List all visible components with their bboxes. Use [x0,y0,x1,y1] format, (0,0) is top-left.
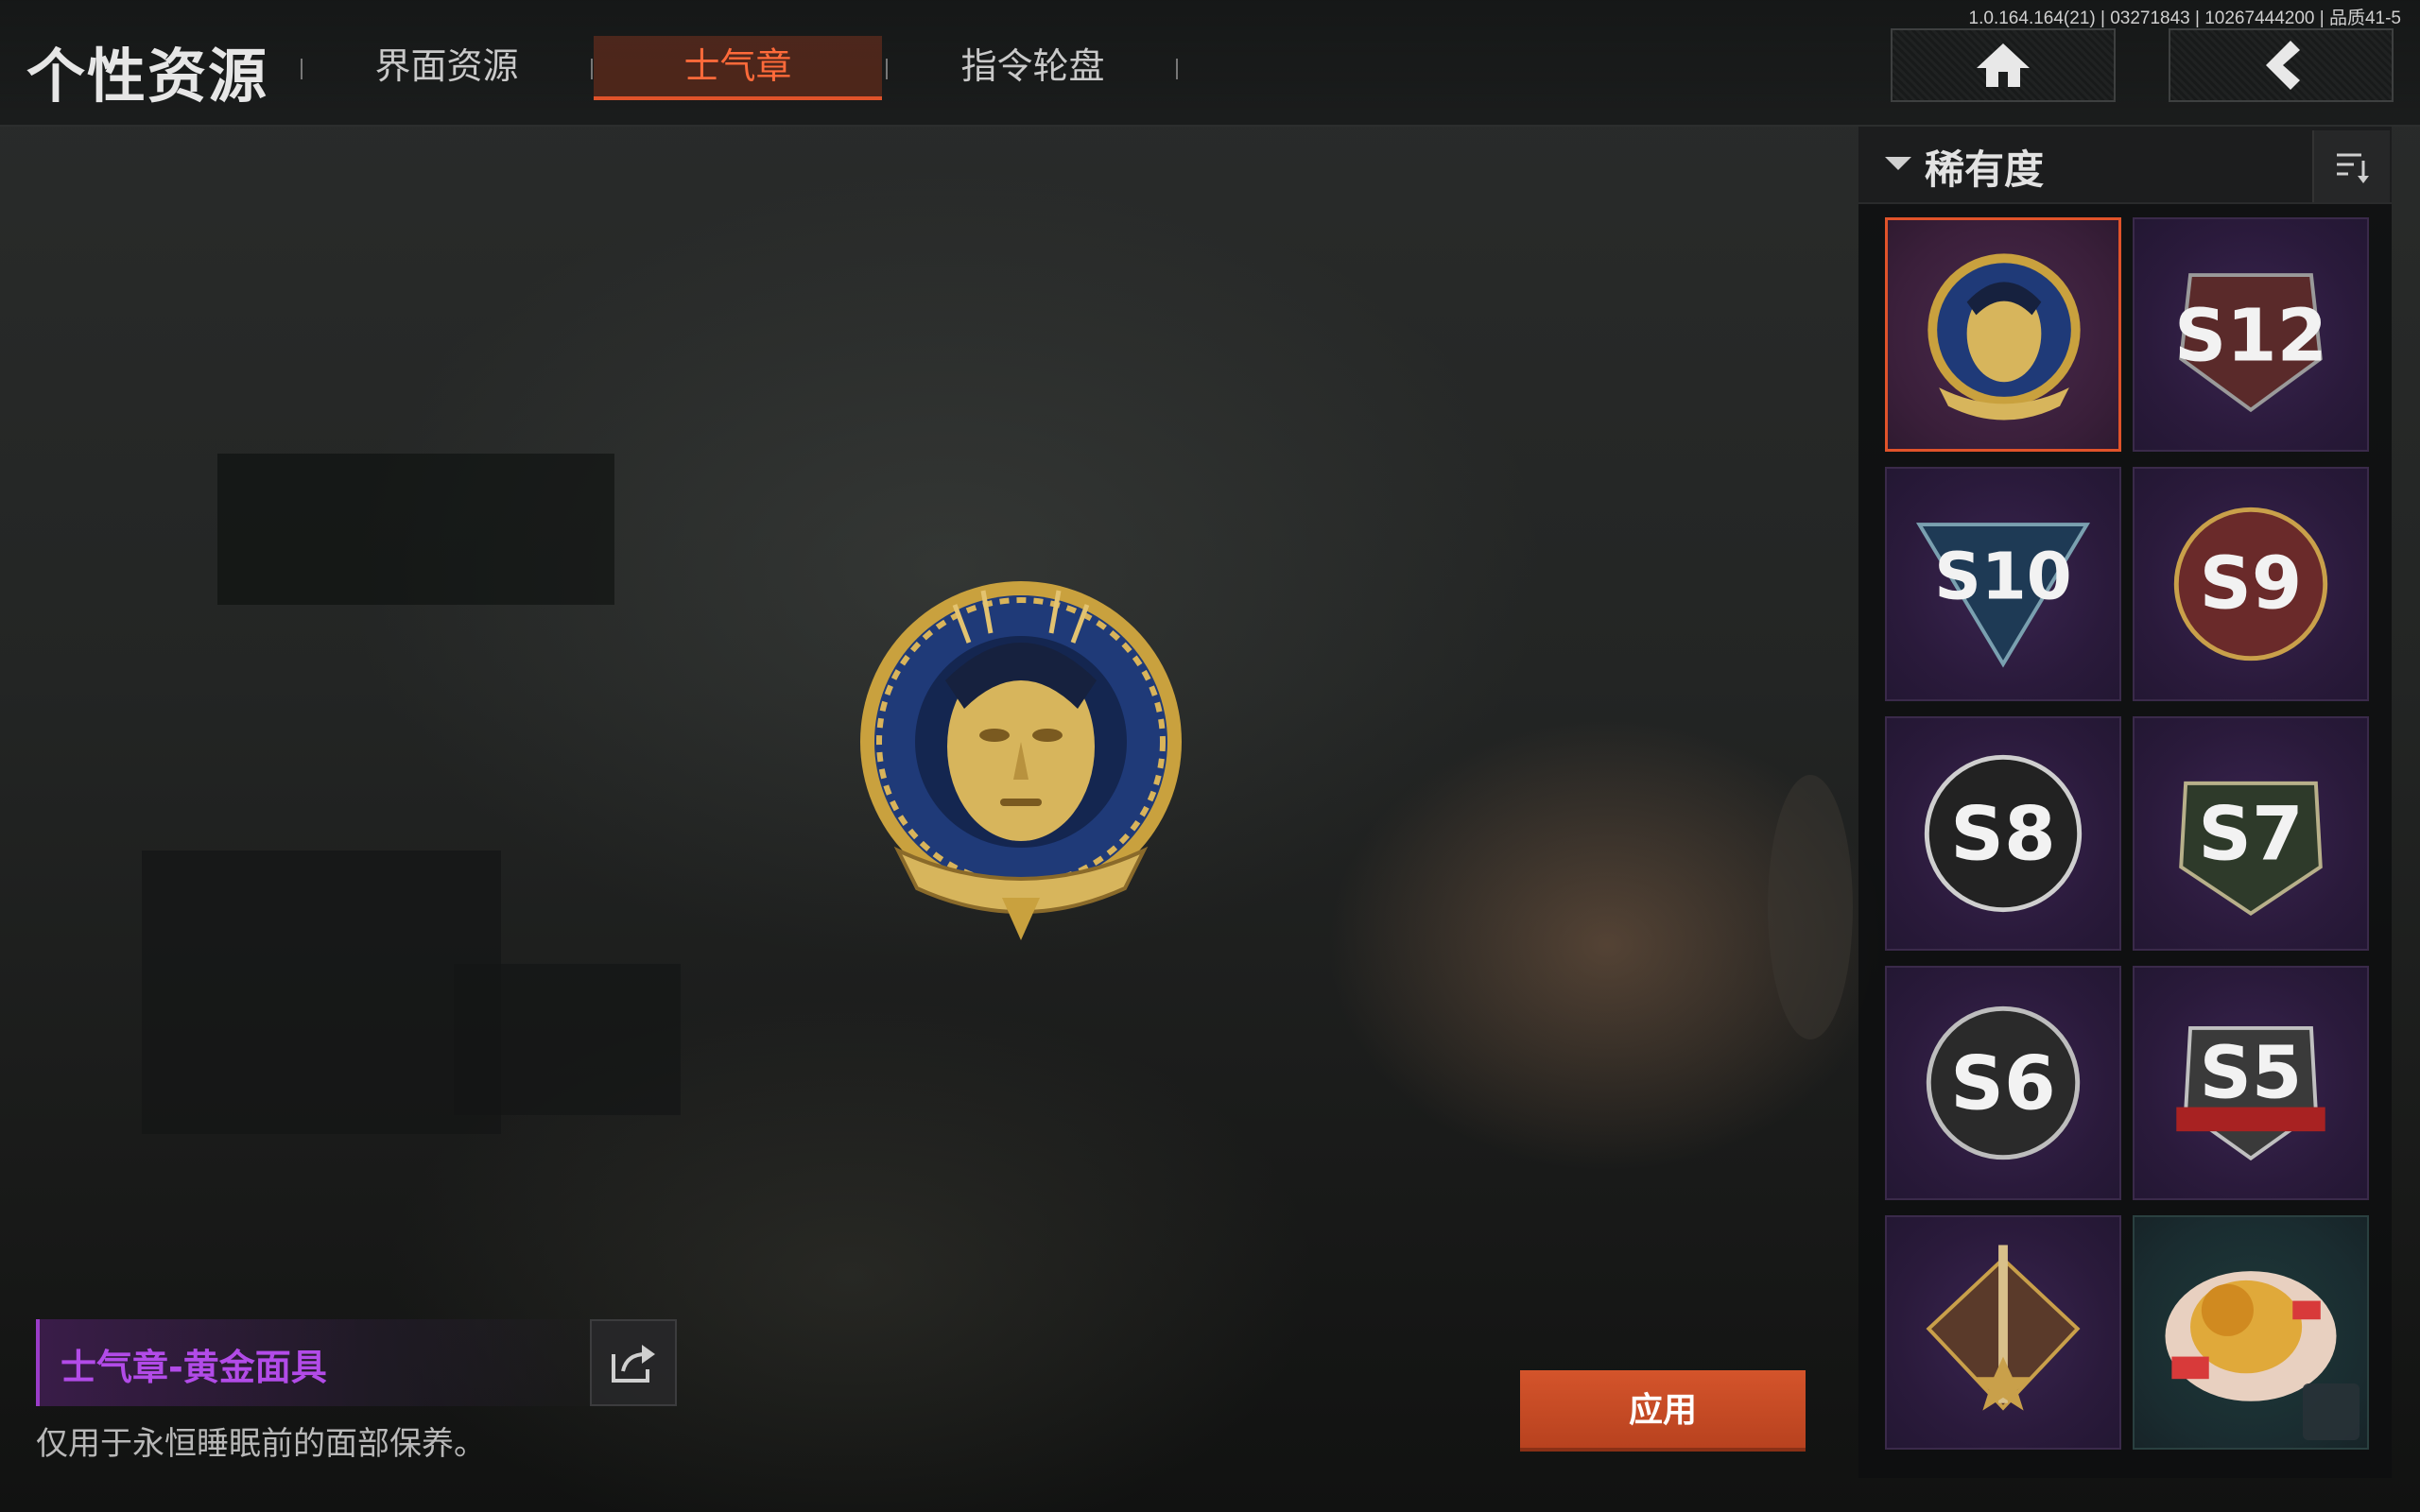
tab-separator [591,59,593,79]
badge-label: S5 [2200,1032,2303,1116]
badge-tile-dagger-star[interactable] [1885,1215,2121,1450]
season-badge-icon: S6 [1926,1005,2081,1160]
badge-tile-s5[interactable]: S5 [2133,966,2369,1200]
badge-tile-s10[interactable]: S10 [1885,467,2121,701]
tab-morale-badge[interactable]: 士气章 [594,36,882,100]
page-title: 个性资源 [26,42,269,111]
tab-command-wheel[interactable]: 指令轮盘 [889,36,1177,100]
badge-tile-s7[interactable]: S7 [2133,716,2369,951]
badge-tile-s9[interactable]: S9 [2133,467,2369,701]
top-bar: 个性资源 界面资源 士气章 指令轮盘 1.0.164.164(21) | 032… [0,0,2420,127]
badge-label: S12 [2174,295,2327,379]
badge-label: S10 [1934,540,2071,615]
badge-label: S8 [1950,791,2055,878]
back-arrow-icon [2266,41,2300,90]
badge-tile-s6[interactable]: S6 [1885,966,2121,1200]
season-badge-icon: S5 [2176,1025,2325,1161]
season-badge-icon: S12 [2174,273,2327,413]
season-badge-icon: S9 [2173,507,2328,662]
tab-separator [1176,59,1178,79]
tab-separator [886,59,888,79]
badge-tile-golden-lion[interactable] [2133,1215,2369,1450]
badge-label: S6 [1950,1040,2055,1127]
season-badge-icon: S7 [2179,781,2323,916]
scene-wheel [1768,775,1853,1040]
badge-panel: 稀有度 S12 S10 S9 S8 S7 S6 S5 [1858,127,2392,1478]
selected-item-panel: 士气章-黄金面具 [36,1319,594,1406]
sort-icon [2337,153,2369,183]
badge-label: S7 [2198,791,2303,878]
apply-button[interactable]: 应用 [1520,1370,1806,1452]
owned-indicator-icon [2303,1383,2360,1440]
season-badge-icon: S8 [1924,754,2083,913]
gold-mask-icon [1927,253,2081,421]
scene-crate [142,850,501,1134]
share-icon [612,1345,655,1383]
home-icon [1977,43,2030,87]
tab-ui-resources[interactable]: 界面资源 [302,36,591,100]
badge-preview [841,567,1201,945]
chevron-down-icon [1885,157,1911,170]
share-button[interactable] [590,1319,677,1406]
gold-mask-emblem-icon [860,581,1182,940]
season-badge-icon: S10 [1915,523,2091,668]
selected-item-name: 士气章-黄金面具 [60,1347,327,1388]
badge-tile-s12[interactable]: S12 [2133,217,2369,452]
scene-box [454,964,681,1115]
selected-item-description: 仅用于永恒睡眠前的面部保养。 [36,1425,486,1463]
scene-ruin [217,454,614,605]
filter-label: 稀有度 [1925,146,2045,193]
badge-tile-gold-mask[interactable] [1885,217,2121,452]
home-button[interactable] [1891,28,2116,102]
badge-tile-s8[interactable]: S8 [1885,716,2121,951]
badge-label: S9 [2200,542,2303,627]
dagger-star-icon [1926,1245,2081,1411]
version-info: 1.0.164.164(21) | 03271843 | 10267444200… [1968,9,2401,28]
sort-button[interactable] [2312,130,2390,202]
back-button[interactable] [2169,28,2394,102]
rarity-filter[interactable]: 稀有度 [1858,127,2392,204]
